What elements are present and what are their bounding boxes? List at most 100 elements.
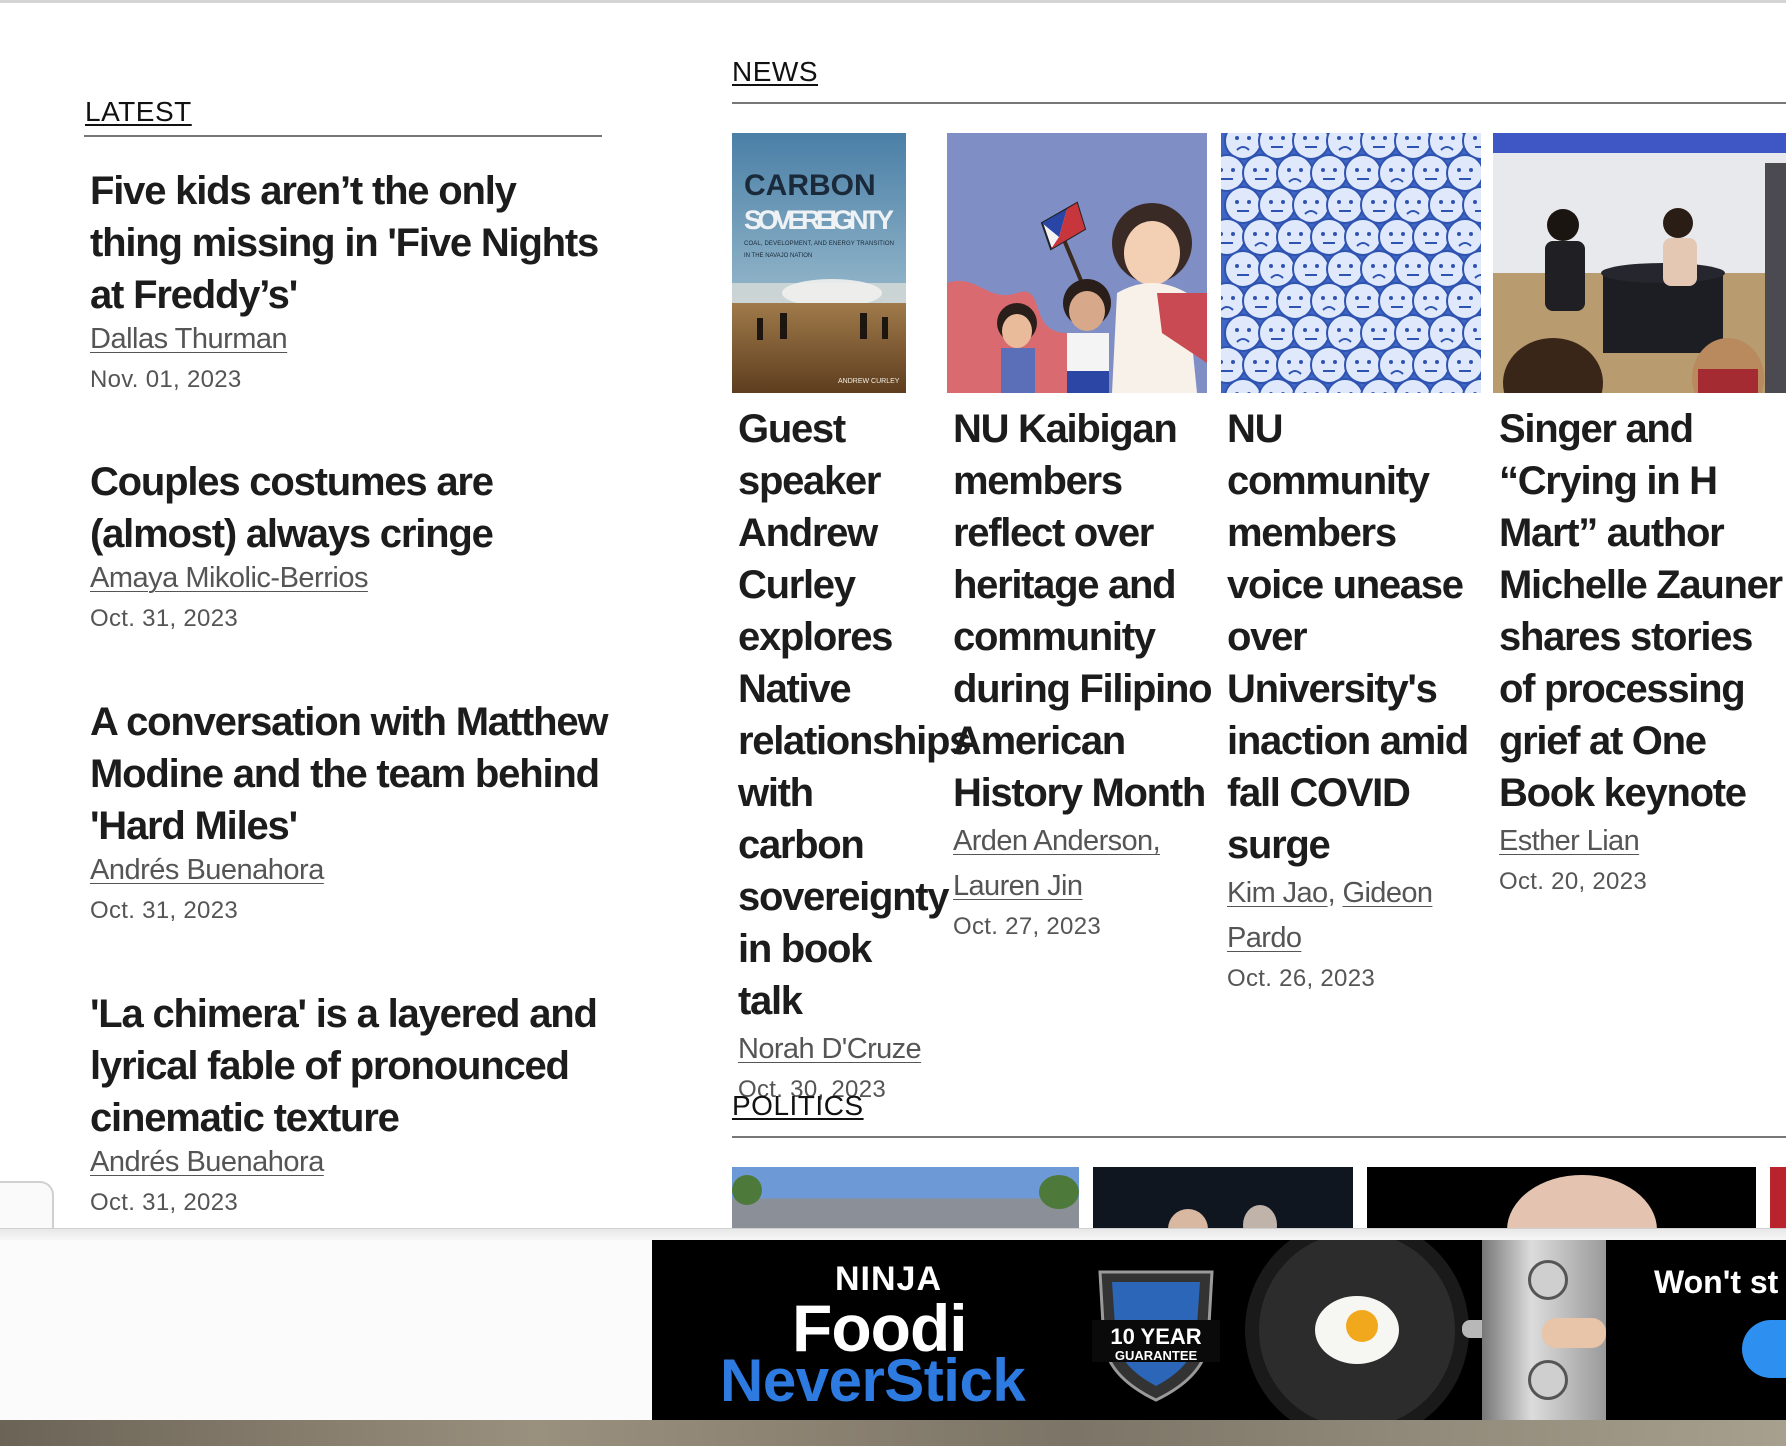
svg-text:SOVEREIGNTY: SOVEREIGNTY [744,205,894,235]
face-doodle [1224,186,1262,224]
face-doodle [1326,314,1364,352]
author-link[interactable]: Arden Anderson, [953,825,1161,857]
face-doodle [1292,250,1330,288]
article-date: Oct. 31, 2023 [90,897,238,924]
face-doodle [1242,282,1280,320]
ad-brand-neverstick: NeverStick [720,1347,1026,1414]
book-cover-image[interactable]: CARBON SOVEREIGNTY COAL, DEVELOPMENT, AN… [732,133,906,393]
face-doodle [1292,314,1330,352]
face-doodle [1394,314,1432,352]
article-headline[interactable]: Singer and “Crying in H Mart” author Mic… [1499,403,1786,819]
article-headline[interactable]: Guest speaker Andrew Curley explores Nat… [738,403,971,1027]
author-link[interactable]: Amaya Mikolic-Berrios [90,562,368,595]
face-doodle [1412,282,1450,320]
face-doodle [1242,154,1280,192]
face-doodle [1394,250,1432,288]
face-doodle [1344,282,1382,320]
author-link[interactable]: Norah D'Cruze [738,1033,922,1065]
ad-cta-button[interactable] [1742,1320,1786,1378]
faces-illustration-image[interactable] [1221,133,1481,393]
svg-text:ANDREW CURLEY: ANDREW CURLEY [838,378,900,385]
face-doodle [1344,346,1382,384]
politics-thumbnail[interactable] [1367,1167,1756,1230]
article-date: Oct. 27, 2023 [953,913,1101,940]
section-title-politics[interactable]: POLITICS [732,1090,864,1122]
event-photo-image[interactable] [1493,133,1786,393]
face-doodle [1344,154,1382,192]
article-headline[interactable]: Couples costumes are (almost) always cri… [90,456,610,560]
face-doodle [1378,282,1416,320]
author-link[interactable]: Dallas Thurman [90,323,288,356]
author-link[interactable]: Andrés Buenahora [90,854,324,887]
author-link[interactable]: Lauren Jin [953,870,1083,902]
ad-blank-area [0,1240,652,1420]
latest-article[interactable]: Five kids aren’t the only thing missing … [90,165,610,394]
article-date: Nov. 01, 2023 [90,366,242,393]
news-divider [732,102,1786,104]
face-doodle [1258,250,1296,288]
guarantee-badge: 10 YEAR GUARANTEE [1092,1262,1220,1402]
svg-text:CARBON: CARBON [744,169,876,202]
author-link[interactable]: Andrés Buenahora [90,1146,324,1179]
news-card[interactable]: NU community members voice unease over U… [1221,133,1481,993]
article-headline[interactable]: Five kids aren’t the only thing missing … [90,165,610,321]
face-doodle [1326,186,1364,224]
badge-guarantee: GUARANTEE [1114,1348,1198,1363]
face-doodle [1378,154,1416,192]
face-doodle [1446,346,1481,384]
latest-article[interactable]: A conversation with Matthew Modine and t… [90,696,610,925]
politics-thumbnail[interactable] [1093,1167,1353,1230]
author-link[interactable]: Kim Jao [1227,877,1328,909]
politics-divider [732,1136,1786,1138]
svg-text:COAL, DEVELOPMENT, AND ENERGY: COAL, DEVELOPMENT, AND ENERGY TRANSITION [744,241,894,247]
article-date: Oct. 31, 2023 [90,605,238,632]
latest-divider [84,135,602,137]
stove-panel [1482,1240,1606,1420]
tree-shape [732,1175,762,1205]
face-shape [1168,1209,1208,1230]
stove-knob [1528,1260,1568,1300]
face-doodle [1428,314,1466,352]
latest-article[interactable]: 'La chimera' is a layered and lyrical fa… [90,988,610,1217]
face-doodle [1378,346,1416,384]
news-card[interactable]: NU Kaibigan members reflect over heritag… [947,133,1213,941]
face-doodle [1412,218,1450,256]
latest-article[interactable]: Couples costumes are (almost) always cri… [90,456,610,633]
section-title-news[interactable]: NEWS [732,56,818,88]
tree-shape [1039,1175,1079,1209]
face-doodle [1412,346,1450,384]
face-doodle [1224,314,1262,352]
news-card[interactable]: Singer and “Crying in H Mart” author Mic… [1493,133,1786,896]
face-doodle [1258,186,1296,224]
face-doodle [1276,218,1314,256]
article-headline[interactable]: NU Kaibigan members reflect over heritag… [953,403,1213,819]
browser-bottom-edge [0,1228,1786,1240]
face-doodle [1276,346,1314,384]
tab-corner [0,1181,54,1231]
face-doodle [1224,250,1262,288]
news-card[interactable]: CARBON SOVEREIGNTY COAL, DEVELOPMENT, AN… [732,133,971,1104]
face-doodle [1378,218,1416,256]
politics-thumbnail[interactable] [732,1167,1079,1230]
stove-knob [1528,1360,1568,1400]
face-doodle [1310,346,1348,384]
section-title-latest[interactable]: LATEST [85,96,192,128]
face-doodle [1242,218,1280,256]
politics-thumbnail[interactable] [1770,1167,1786,1230]
badge-years: 10 YEAR [1110,1324,1202,1349]
article-headline[interactable]: 'La chimera' is a layered and lyrical fa… [90,988,610,1144]
face-doodle [1446,154,1481,192]
face-doodle [1428,186,1466,224]
article-date: Oct. 31, 2023 [90,1189,238,1216]
svg-text:IN THE NAVAJO NATION: IN THE NAVAJO NATION [744,253,812,259]
face-doodle [1412,154,1450,192]
face-doodle [1360,314,1398,352]
face-shape [1507,1175,1657,1230]
article-headline[interactable]: A conversation with Matthew Modine and t… [90,696,610,852]
face-doodle [1292,186,1330,224]
illustration-image[interactable] [947,133,1207,393]
author-link[interactable]: Esther Lian [1499,825,1640,857]
article-headline[interactable]: NU community members voice unease over U… [1227,403,1487,871]
face-doodle [1258,314,1296,352]
advertisement-banner[interactable]: NINJA Foodi NeverStick 10 YEAR GUARANTEE… [652,1240,1786,1420]
